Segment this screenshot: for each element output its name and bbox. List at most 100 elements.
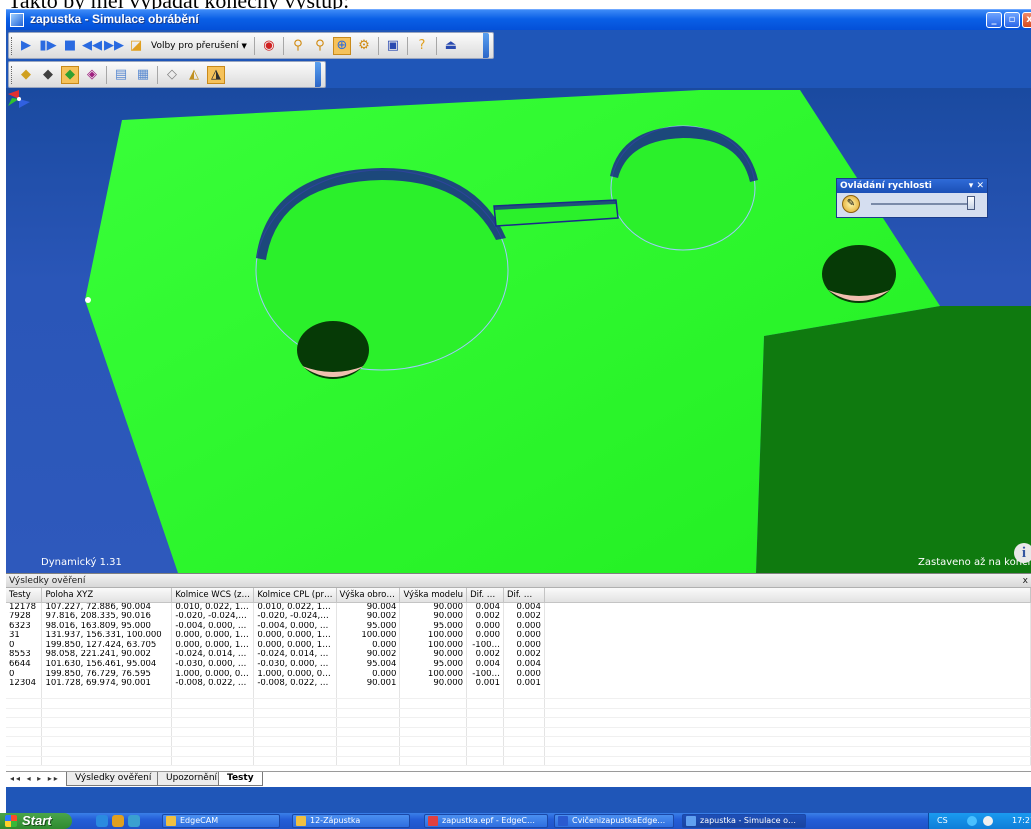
table-cell-filler xyxy=(544,631,1031,641)
volume-icon[interactable] xyxy=(983,816,993,826)
minimize-button[interactable]: _ xyxy=(986,12,1002,28)
table-cell xyxy=(6,727,43,738)
table-row[interactable]: 0 199.850, 76.729, 76.595 1.000, 0.000, 0…… xyxy=(6,669,1031,680)
tab-verification-results[interactable]: Výsledky ověření xyxy=(66,772,161,786)
toolpath-view-icon[interactable]: ◈ xyxy=(83,66,101,84)
column-header[interactable]: Výška modelu xyxy=(399,588,468,603)
record-icon[interactable]: ◉ xyxy=(260,37,278,55)
task-simulation[interactable]: zapustka - Simulace o… xyxy=(682,814,806,828)
table-cell: 0.000 xyxy=(503,640,545,651)
settings-icon[interactable]: ⚙ xyxy=(355,37,373,55)
table-cell: 0.000 xyxy=(503,631,545,641)
toolbar-grip[interactable] xyxy=(11,66,14,84)
table-cell: 0.000, 0.000, 1… xyxy=(171,640,255,651)
display-options-icon[interactable]: ▦ xyxy=(134,66,152,84)
table-cell xyxy=(171,736,255,747)
window-titlebar: zapustka - Simulace obrábění _ ▫ x xyxy=(6,9,1031,30)
speed-panel-header[interactable]: Ovládání rychlosti ▾ ✕ xyxy=(837,179,987,193)
table-row[interactable]: 6323 98.016, 163.809, 95.000 -0.004, 0.000… xyxy=(6,621,1031,632)
rewind-icon[interactable]: ◀◀ xyxy=(82,37,102,55)
table-cell xyxy=(336,708,401,719)
interrupt-options-icon[interactable]: ◪ xyxy=(127,37,145,55)
column-header[interactable]: Kolmice WCS (z… xyxy=(171,588,255,603)
table-cell xyxy=(544,698,1031,709)
close-button[interactable]: x xyxy=(1022,12,1031,28)
table-cell: 0.004 xyxy=(503,660,545,670)
tab-navigation-arrows[interactable]: ◂◂ ◂ ▸ ▸▸ xyxy=(10,774,60,783)
interrupt-options-label: Volby pro přerušení xyxy=(151,40,239,51)
table-row[interactable]: 7928 97.816, 208.335, 90.016 -0.020, -0.02… xyxy=(6,612,1031,622)
simulation-viewport[interactable]: Dynamický 1.31 Zastaveno až na konci i O… xyxy=(6,88,1031,573)
fast-forward-icon[interactable]: ▶▶ xyxy=(104,37,124,55)
table-cell: 90.000 xyxy=(399,602,468,613)
tab-tests[interactable]: Testy xyxy=(218,772,263,786)
column-header[interactable]: Kolmice CPL (pr… xyxy=(253,588,337,603)
media-icon[interactable] xyxy=(112,815,124,827)
toolbar-separator xyxy=(282,36,284,55)
table-cell xyxy=(171,698,255,709)
table-row[interactable]: 31 131.937, 156.331, 100.000 0.000, 0.000,… xyxy=(6,631,1031,641)
table-cell xyxy=(336,746,401,757)
play-icon[interactable]: ▶ xyxy=(17,37,35,55)
table-cell xyxy=(544,688,1031,699)
model-view-icon[interactable]: ◆ xyxy=(61,65,79,84)
table-cell xyxy=(41,746,173,757)
zoom-in-icon[interactable]: ⚲ xyxy=(289,37,307,55)
interrupt-options-dropdown[interactable]: Volby pro přerušení ▼ xyxy=(149,37,249,55)
table-cell: -0.008, 0.022, … xyxy=(171,679,255,689)
stop-icon[interactable]: ■ xyxy=(61,37,79,55)
toolbar-overflow[interactable] xyxy=(483,33,489,58)
toolbar-grip[interactable] xyxy=(11,37,14,55)
table-cell xyxy=(399,708,468,719)
speed-slider-track[interactable] xyxy=(871,203,975,205)
save-icon[interactable]: ▣ xyxy=(384,37,402,55)
column-header[interactable]: Dif. … xyxy=(466,588,505,603)
highlight-icon[interactable]: ◮ xyxy=(207,65,225,84)
desktop-icon[interactable] xyxy=(128,815,140,827)
table-cell xyxy=(399,698,468,709)
table-cell: 31 xyxy=(6,631,43,641)
speed-panel-controls[interactable]: ▾ ✕ xyxy=(969,179,984,193)
compare-icon[interactable]: ◭ xyxy=(185,66,203,84)
zoom-out-icon[interactable]: ⚲ xyxy=(311,37,329,55)
tool-view-icon[interactable]: ◆ xyxy=(39,66,57,84)
maximize-button[interactable]: ▫ xyxy=(1004,12,1020,28)
step-icon[interactable]: ▮▶ xyxy=(39,37,57,55)
table-cell xyxy=(41,736,173,747)
table-cell xyxy=(171,717,255,728)
table-row[interactable]: 8553 98.058, 221.241, 90.002 -0.024, 0.014… xyxy=(6,650,1031,661)
section-icon[interactable]: ◇ xyxy=(163,66,181,84)
table-row[interactable]: 6644 101.630, 156.461, 95.004 -0.030, 0.00… xyxy=(6,660,1031,670)
toolbar-overflow[interactable] xyxy=(315,62,321,87)
layer-icon[interactable]: ▤ xyxy=(112,66,130,84)
task-edgecam[interactable]: EdgeCAM xyxy=(162,814,280,828)
task-cviceni[interactable]: CvičenizapustkaEdge… xyxy=(554,814,674,828)
table-cell: 95.004 xyxy=(336,660,401,670)
system-tray: CS 17:27 xyxy=(928,813,1031,829)
stock-view-icon[interactable]: ◆ xyxy=(17,66,35,84)
table-row[interactable]: 0 199.850, 127.424, 63.705 0.000, 0.000, 1… xyxy=(6,640,1031,651)
verify-icon[interactable]: ⊕ xyxy=(332,36,351,55)
task-12-zapustka[interactable]: 12-Zápustka xyxy=(292,814,410,828)
empty-row xyxy=(6,736,1031,747)
tab-warnings[interactable]: Upozornění xyxy=(157,772,227,786)
table-row[interactable]: 12178 107.227, 72.886, 90.004 0.010, 0.022… xyxy=(6,602,1031,613)
speed-slider-thumb[interactable] xyxy=(966,196,975,210)
language-indicator[interactable]: CS xyxy=(937,813,948,829)
results-close-icon[interactable]: x xyxy=(1023,574,1028,588)
table-row[interactable]: 12304 101.728, 69.974, 90.001 -0.008, 0.02… xyxy=(6,679,1031,689)
eject-icon[interactable]: ⏏ xyxy=(442,37,460,55)
column-header[interactable]: Dif. … xyxy=(503,588,545,603)
help-icon[interactable]: ? xyxy=(413,37,431,55)
table-cell xyxy=(41,717,173,728)
column-header[interactable]: Poloha XYZ xyxy=(41,588,173,603)
info-icon[interactable]: i xyxy=(1014,543,1031,563)
column-header[interactable]: Výška obro… xyxy=(336,588,401,603)
column-header[interactable]: Testy xyxy=(6,588,43,603)
network-icon[interactable] xyxy=(967,816,977,826)
table-cell: 97.816, 208.335, 90.016 xyxy=(41,612,173,622)
table-cell: 12304 xyxy=(6,679,43,689)
task-zapustka-epf[interactable]: zapustka.epf - EdgeC… xyxy=(424,814,548,828)
ie-icon[interactable] xyxy=(96,815,108,827)
start-button[interactable]: Start xyxy=(0,813,72,829)
